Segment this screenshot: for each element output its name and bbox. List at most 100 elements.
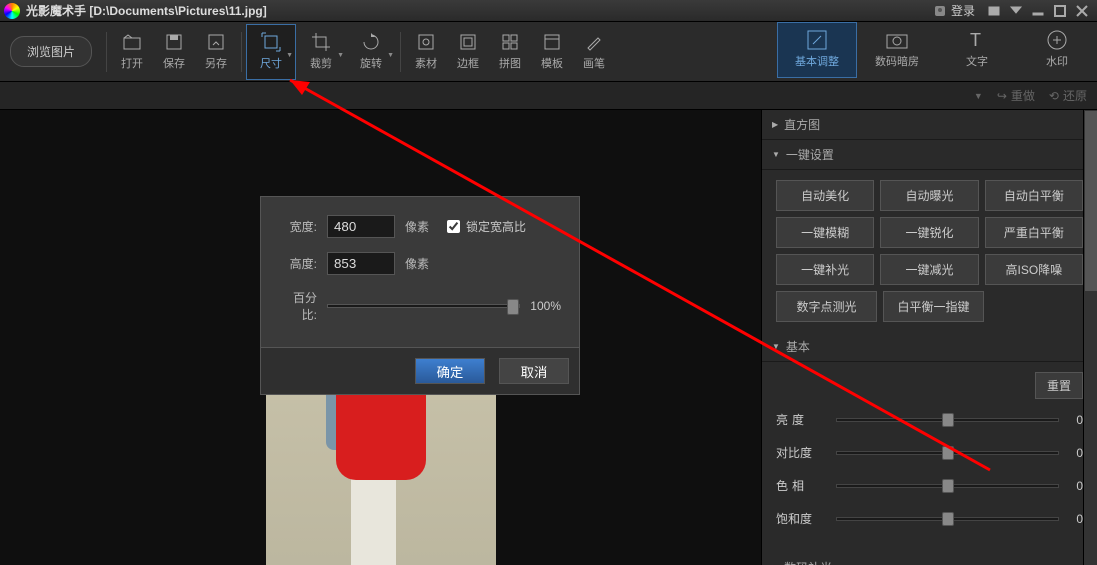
width-row: 宽度: 像素 锁定宽高比 xyxy=(279,215,561,238)
login-label: 登录 xyxy=(951,2,975,19)
template-button[interactable]: 模板 xyxy=(531,24,573,80)
brush-button[interactable]: 画笔 xyxy=(573,24,615,80)
template-label: 模板 xyxy=(541,55,563,71)
percent-value: 100% xyxy=(530,299,561,313)
menu-button[interactable] xyxy=(983,3,1005,19)
size-button[interactable]: 尺寸 ▼ xyxy=(246,24,296,80)
contrast-slider[interactable] xyxy=(836,451,1059,455)
height-label: 高度: xyxy=(279,255,317,272)
maximize-button[interactable] xyxy=(1049,3,1071,19)
titlebar: 光影魔术手 [D:\Documents\Pictures\11.jpg] 登录 xyxy=(0,0,1097,22)
oneclick-section-head[interactable]: ▼一键设置 xyxy=(762,140,1097,170)
main-toolbar: 浏览图片 打开 保存 另存 尺寸 ▼ 裁剪 ▼ 旋转 ▼ 素材 边框 拼图 xyxy=(0,22,1097,82)
restore-button[interactable]: ⟲ 还原 xyxy=(1049,87,1087,104)
contrast-slider-row: 对比度 0 xyxy=(776,444,1083,461)
scroll-thumb[interactable] xyxy=(1085,111,1097,291)
oneclick-grid: 自动美化 自动曝光 自动白平衡 一键模糊 一键锐化 严重白平衡 一键补光 一键减… xyxy=(776,180,1083,285)
chevron-down-icon: ▼ xyxy=(286,52,293,59)
hue-slider[interactable] xyxy=(836,484,1059,488)
saturation-value: 0 xyxy=(1067,512,1083,526)
collage-label: 拼图 xyxy=(499,55,521,71)
height-row: 高度: 像素 xyxy=(279,252,561,275)
auto-exposure-button[interactable]: 自动曝光 xyxy=(880,180,978,211)
frame-button[interactable]: 边框 xyxy=(447,24,489,80)
watermark-icon xyxy=(1047,30,1067,50)
crop-button[interactable]: 裁剪 ▼ xyxy=(296,24,346,80)
crop-label: 裁剪 xyxy=(310,55,332,71)
brightness-slider[interactable] xyxy=(836,418,1059,422)
lock-label: 锁定宽高比 xyxy=(466,218,526,235)
close-button[interactable] xyxy=(1071,3,1093,19)
minimize-button[interactable] xyxy=(1027,3,1049,19)
height-input[interactable] xyxy=(327,252,395,275)
right-panel: ▶直方图 ▼一键设置 自动美化 自动曝光 自动白平衡 一键模糊 一键锐化 严重白… xyxy=(761,110,1097,565)
histogram-section-head[interactable]: ▶直方图 xyxy=(762,110,1097,140)
separator xyxy=(241,32,242,72)
digital-fill-section-head[interactable]: ▶数码补光 xyxy=(762,553,1097,565)
cancel-button[interactable]: 取消 xyxy=(499,358,569,384)
oneclick-sharpen-button[interactable]: 一键锐化 xyxy=(880,217,978,248)
canvas-area: 宽度: 像素 锁定宽高比 高度: 像素 百分比: 100% xyxy=(0,110,761,565)
auto-beautify-button[interactable]: 自动美化 xyxy=(776,180,874,211)
open-label: 打开 xyxy=(121,55,143,71)
slider-thumb[interactable] xyxy=(942,446,954,460)
redo-button[interactable]: ↪ 重做 xyxy=(997,87,1035,104)
percent-slider[interactable] xyxy=(327,304,520,308)
width-label: 宽度: xyxy=(279,218,317,235)
dialog-buttons: 确定 取消 xyxy=(261,347,579,394)
saveas-icon xyxy=(206,32,226,52)
material-button[interactable]: 素材 xyxy=(405,24,447,80)
file-path: [D:\Documents\Pictures\11.jpg] xyxy=(89,4,266,18)
chevron-down-icon[interactable]: ▼ xyxy=(974,91,983,101)
text-tab[interactable]: T 文字 xyxy=(937,22,1017,78)
oneclick-reducelight-button[interactable]: 一键减光 xyxy=(880,254,978,285)
main-area: 宽度: 像素 锁定宽高比 高度: 像素 百分比: 100% xyxy=(0,110,1097,565)
basic-label: 基本 xyxy=(786,338,810,355)
basic-adjust-label: 基本调整 xyxy=(795,53,839,69)
saturation-label: 饱和度 xyxy=(776,510,828,527)
ok-button[interactable]: 确定 xyxy=(415,358,485,384)
darkroom-tab[interactable]: 数码暗房 xyxy=(857,22,937,78)
oneclick-blur-button[interactable]: 一键模糊 xyxy=(776,217,874,248)
open-icon xyxy=(122,32,142,52)
down-button[interactable] xyxy=(1005,3,1027,19)
saturation-slider[interactable] xyxy=(836,517,1059,521)
collage-button[interactable]: 拼图 xyxy=(489,24,531,80)
browse-images-button[interactable]: 浏览图片 xyxy=(10,36,92,67)
slider-thumb[interactable] xyxy=(942,479,954,493)
crop-icon xyxy=(311,32,331,52)
brush-icon xyxy=(584,32,604,52)
slider-thumb[interactable] xyxy=(942,413,954,427)
width-input[interactable] xyxy=(327,215,395,238)
basic-section-head[interactable]: ▼基本 xyxy=(762,332,1097,362)
saturation-slider-row: 饱和度 0 xyxy=(776,510,1083,527)
reset-button[interactable]: 重置 xyxy=(1035,372,1083,399)
separator xyxy=(400,32,401,72)
rotate-button[interactable]: 旋转 ▼ xyxy=(346,24,396,80)
app-logo xyxy=(4,3,20,19)
severe-whitebalance-button[interactable]: 严重白平衡 xyxy=(985,217,1083,248)
saveas-button[interactable]: 另存 xyxy=(195,24,237,80)
lock-checkbox[interactable] xyxy=(447,220,460,233)
login-button[interactable]: 登录 xyxy=(933,2,975,19)
watermark-tab[interactable]: 水印 xyxy=(1017,22,1097,78)
whitebalance-onekey-button[interactable]: 白平衡一指键 xyxy=(883,291,984,322)
slider-thumb[interactable] xyxy=(507,299,519,315)
chevron-down-icon: ▼ xyxy=(337,52,344,59)
percent-label: 百分比: xyxy=(279,289,317,323)
resize-dialog: 宽度: 像素 锁定宽高比 高度: 像素 百分比: 100% xyxy=(260,196,580,395)
hue-label: 色相 xyxy=(776,477,828,494)
basic-adjust-tab[interactable]: 基本调整 xyxy=(777,22,857,78)
auto-whitebalance-button[interactable]: 自动白平衡 xyxy=(985,180,1083,211)
oneclick-filllight-button[interactable]: 一键补光 xyxy=(776,254,874,285)
open-button[interactable]: 打开 xyxy=(111,24,153,80)
text-icon: T xyxy=(967,30,987,50)
slider-thumb[interactable] xyxy=(942,512,954,526)
vertical-scrollbar[interactable] xyxy=(1083,110,1097,565)
saveas-label: 另存 xyxy=(205,55,227,71)
spot-metering-button[interactable]: 数字点测光 xyxy=(776,291,877,322)
oneclick-label: 一键设置 xyxy=(786,146,834,163)
lock-aspect[interactable]: 锁定宽高比 xyxy=(447,218,526,235)
high-iso-button[interactable]: 高ISO降噪 xyxy=(985,254,1083,285)
save-button[interactable]: 保存 xyxy=(153,24,195,80)
